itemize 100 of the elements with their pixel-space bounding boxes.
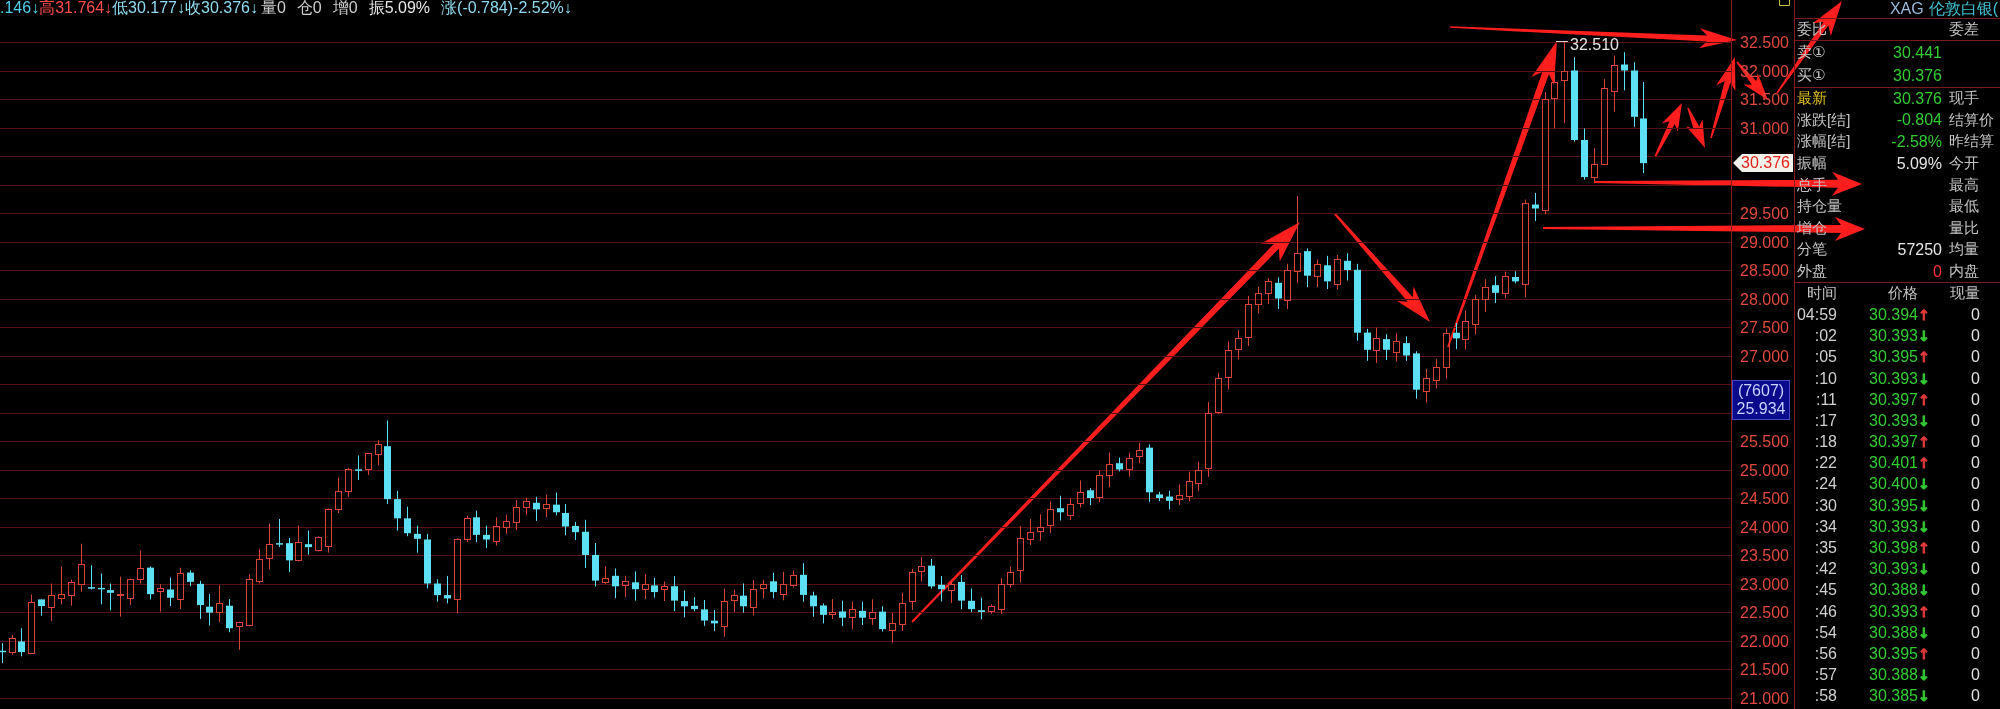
volume-cell: 0	[1971, 644, 1980, 663]
price-axis-label: 22.500	[1740, 604, 1789, 621]
high-price-label: 32.510	[1570, 35, 1619, 53]
time-cell: :22	[1814, 454, 1837, 473]
time-cell: :10	[1814, 369, 1837, 388]
direction-arrow: ↑	[1918, 540, 1930, 556]
time-cell: :17	[1814, 411, 1837, 430]
quote-label: 外盘	[1797, 262, 1827, 282]
price-cell: 30.395	[1869, 348, 1918, 367]
quote-value: 5.09%	[1896, 154, 1942, 173]
quote-label: 分笔	[1797, 240, 1827, 260]
time-cell: :46	[1814, 602, 1837, 621]
quote-value: 30.376	[1893, 89, 1942, 108]
price-cell: 30.393	[1869, 369, 1918, 388]
time-cell: :02	[1814, 327, 1837, 346]
quote-label: 涨幅[结]	[1797, 132, 1851, 152]
volume-cell: 0	[1971, 623, 1980, 642]
price-cell: 30.393	[1869, 517, 1918, 536]
direction-arrow: ↑	[1918, 434, 1930, 451]
direction-arrow: ↑	[1918, 645, 1930, 662]
price-axis-label: 27.500	[1740, 319, 1789, 336]
price-cell: 30.388	[1869, 666, 1918, 685]
time-cell: :42	[1814, 560, 1837, 579]
leader-line	[1555, 41, 1569, 42]
direction-arrow: ↓	[1918, 328, 1930, 345]
direction-arrow: ↓	[1918, 497, 1930, 514]
direction-arrow: ↑	[1918, 603, 1930, 620]
direction-arrow: ↓	[1918, 412, 1930, 429]
direction-arrow: ↓	[1918, 582, 1930, 599]
direction-arrow: ↑	[1918, 306, 1930, 323]
volume-cell: 0	[1971, 348, 1980, 367]
time-cell: :11	[1815, 390, 1837, 409]
price-cell: 30.388	[1869, 581, 1918, 600]
instrument-name: 伦敦白银(	[1928, 0, 1998, 19]
price-cell: 30.401	[1869, 454, 1918, 473]
price-cell: 30.385	[1869, 687, 1918, 706]
quote-value: -0.804	[1896, 111, 1942, 130]
quote-stat: 增0	[332, 0, 358, 16]
time-cell: :58	[1814, 687, 1837, 706]
volume-cell: 0	[1971, 433, 1980, 452]
price-cell: 30.388	[1869, 623, 1918, 642]
price-cell: 30.395	[1869, 644, 1918, 663]
quote-stat: 仓0	[296, 0, 322, 16]
direction-arrow: ↓	[1918, 561, 1930, 578]
quote-label: 振幅	[1797, 154, 1827, 174]
direction-arrow: ↓	[1918, 370, 1930, 387]
quote-stat: .146↓	[0, 0, 40, 16]
time-cell: :54	[1814, 623, 1837, 642]
price-cell: 30.398	[1869, 539, 1918, 557]
quote-label: 昨结算	[1949, 132, 1994, 152]
quote-stat: 涨(-0.784)-2.52%↓	[441, 0, 572, 16]
quote-label: 量比	[1949, 218, 1979, 238]
time-cell: :45	[1814, 581, 1837, 600]
time-cell: :34	[1814, 517, 1837, 536]
quote-label: 结算价	[1949, 110, 1994, 130]
quote-label: 今开	[1949, 154, 1979, 174]
volume-cell: 0	[1971, 602, 1980, 621]
quote-stat: 量0	[260, 0, 286, 16]
volume-cell: 0	[1971, 475, 1980, 494]
price-axis-label: 21.500	[1740, 661, 1789, 678]
price-axis-label: 22.000	[1740, 632, 1789, 650]
volume-cell: 0	[1971, 369, 1980, 388]
quote-label: 现手	[1949, 89, 1979, 109]
last-price-tag: 30.376	[1733, 154, 1793, 172]
price-cell: 30.393	[1869, 411, 1918, 430]
price-axis-label: 31.500	[1740, 91, 1789, 108]
price-axis-label: 21.000	[1740, 689, 1789, 707]
quote-label: 最低	[1949, 197, 1979, 217]
price-cell: 30.393	[1869, 327, 1918, 346]
direction-arrow: ↓	[1918, 476, 1930, 493]
column-header: 现量	[1950, 284, 1980, 304]
volume-cell: 0	[1971, 454, 1980, 473]
quote-label: 内盘	[1949, 262, 1979, 282]
price-cell: 30.393	[1869, 602, 1918, 621]
quote-label: 均量	[1949, 240, 1979, 260]
direction-arrow: ↓	[1918, 518, 1930, 535]
column-header: 时间	[1807, 284, 1837, 304]
direction-arrow: ↑	[1918, 349, 1930, 366]
price-axis-label: 28.500	[1740, 262, 1789, 279]
quote-value: 30.441	[1893, 43, 1942, 62]
price-axis-label: 25.500	[1740, 433, 1789, 450]
time-cell: :56	[1814, 644, 1837, 663]
quote-label: 最高	[1949, 175, 1979, 195]
quote-label: 最新	[1797, 89, 1827, 109]
price-cell: 30.393	[1869, 560, 1918, 579]
price-cell: 30.400	[1869, 475, 1918, 494]
price-axis-label: 31.000	[1740, 119, 1789, 137]
quote-value: -2.58%	[1891, 133, 1942, 151]
price-axis-label: 24.000	[1740, 518, 1789, 536]
quote-stat: 收30.376↓	[185, 0, 258, 16]
time-cell: :24	[1814, 475, 1837, 494]
price-axis-label: 32.500	[1740, 34, 1789, 51]
symbol-code: XAG	[1889, 0, 1924, 18]
price-axis-label: 23.000	[1740, 575, 1789, 593]
price-cell: 30.397	[1869, 390, 1918, 409]
volume-cell: 0	[1971, 581, 1980, 600]
annotation-arrow	[1686, 107, 1705, 148]
price-cell: 30.395	[1869, 496, 1918, 515]
quote-value: 57250	[1897, 240, 1942, 259]
volume-cell: 0	[1971, 560, 1980, 579]
